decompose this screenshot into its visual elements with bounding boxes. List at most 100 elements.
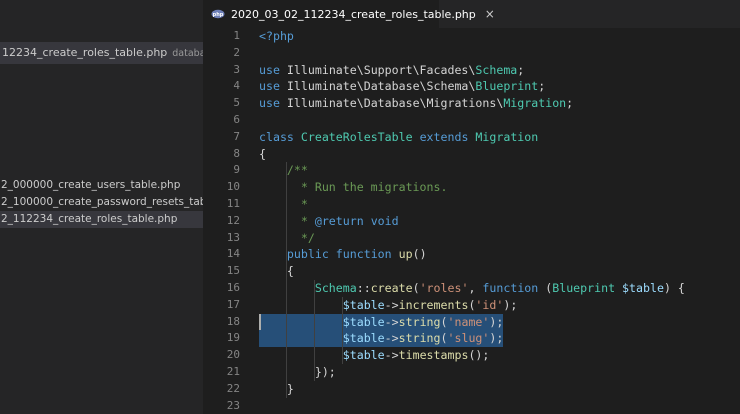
code-line[interactable]: 12 * @return void [203,213,740,230]
code-line[interactable]: 2 [203,45,740,62]
code-token: Migration [475,129,539,144]
code-line[interactable]: 9 /** [203,162,740,179]
code-token: class [259,129,294,144]
code-line[interactable]: 11 * [203,196,740,213]
code-token: Schema [475,62,518,77]
code-editor[interactable]: 1 <?php 2 3 use Illuminate\Support\Facades\S… [203,28,740,414]
code-line[interactable]: 10 * Run the migrations. [203,179,740,196]
indent-guide [342,296,343,364]
code-line[interactable]: 19 $table->string('slug'); [203,330,740,348]
code-token: $table [342,314,385,329]
code-token: public [286,247,329,262]
code-line[interactable]: 6 [203,112,740,129]
code-token: ( [440,331,448,346]
code-token: CreateRolesTable [300,129,413,144]
code-token: /** [286,163,308,178]
code-token: ); [489,314,504,329]
code-line[interactable]: 4 use Illuminate\Database\Schema\Blueprin… [203,78,740,95]
code-token: ( [440,314,448,329]
line-number: 20 [226,348,240,362]
code-token: -> [384,314,399,329]
code-token: -> [384,331,399,346]
close-icon[interactable]: × [485,7,495,21]
code-text: <?php [259,28,294,45]
code-line[interactable]: 16 Schema::create('roles', function (Blu… [203,280,740,297]
code-token: @return [314,213,364,228]
code-line[interactable]: 17 $table->increments('id'); [203,297,740,314]
file-item-users[interactable]: 2_000000_create_users_table.php [0,177,203,194]
code-token: Illuminate\Support\Facades\ [279,62,476,77]
code-line[interactable]: 22 } [203,381,740,398]
code-token: * Run the migrations. [286,180,448,195]
code-line[interactable]: 20 $table->timestamps(); [203,347,740,364]
code-line[interactable]: 13 */ [203,230,740,247]
code-text: } [259,381,294,398]
line-number: 9 [233,163,240,177]
code-text: public function up() [259,246,427,263]
code-token: $table [342,331,385,346]
code-token: use [259,62,280,77]
tab-roles-migration[interactable]: php 2020_03_02_112234_create_roles_table… [203,0,495,28]
code-token: :: [356,281,371,295]
file-item-password-resets[interactable]: 2_100000_create_password_resets_table.ph… [0,194,203,211]
code-text: $table->timestamps(); [259,347,490,364]
line-number: 4 [233,79,240,93]
code-token: () [412,247,427,262]
line-number: 10 [226,180,240,194]
php-file-icon: php [211,7,225,21]
code-token: { [259,264,294,279]
code-line[interactable]: 15 { [203,263,740,280]
file-item-roles[interactable]: 2_112234_create_roles_table.php [0,211,203,228]
line-number: 3 [233,62,240,76]
line-number: 17 [226,297,240,311]
code-line[interactable]: 14 public function up() [203,246,740,263]
code-text: $table->string('slug'); [259,330,504,347]
code-line[interactable]: 23 [203,398,740,414]
code-token: 'id' [475,297,504,312]
line-number: 1 [233,29,240,42]
code-token: $table [342,348,385,363]
indent-guide [314,280,315,381]
indent-guide [286,162,287,398]
code-token: increments [398,297,469,312]
code-token: ( [412,281,420,295]
code-line[interactable]: 5 use Illuminate\Database\Migrations\Migr… [203,95,740,112]
code-token: ); [503,297,518,312]
editor-tab-bar: php 2020_03_02_112234_create_roles_table… [203,0,740,28]
line-number: 2 [233,45,240,59]
line-number: 15 [226,264,240,278]
code-token: 'roles' [419,281,469,295]
code-token: Illuminate\Database\Migrations\ [279,96,504,111]
code-line[interactable]: 8{ [203,146,740,163]
code-line[interactable]: 3 use Illuminate\Support\Facades\Schema; [203,62,740,79]
explorer-sidebar: 12234_create_roles_table.php database\mig… [0,0,203,414]
code-token: 'slug' [447,331,490,346]
code-token: { [259,146,266,161]
code-text: use Illuminate\Support\Facades\Schema; [259,62,524,79]
code-line[interactable]: 18 $table->string('name'); [203,313,740,331]
code-text: { [259,263,294,280]
code-token: $table [622,281,664,295]
code-text: }); [259,364,336,381]
code-line[interactable]: 1 <?php [203,28,740,45]
code-token: use [259,96,280,111]
open-editor-item[interactable]: 12234_create_roles_table.php database\mig… [0,42,203,64]
code-line[interactable]: 7 class CreateRolesTable extends Migratio… [203,129,740,146]
code-line[interactable]: 21 }); [203,364,740,381]
code-text: class CreateRolesTable extends Migration [259,129,538,146]
line-number: 8 [233,146,240,160]
code-text: $table->increments('id'); [259,297,518,314]
